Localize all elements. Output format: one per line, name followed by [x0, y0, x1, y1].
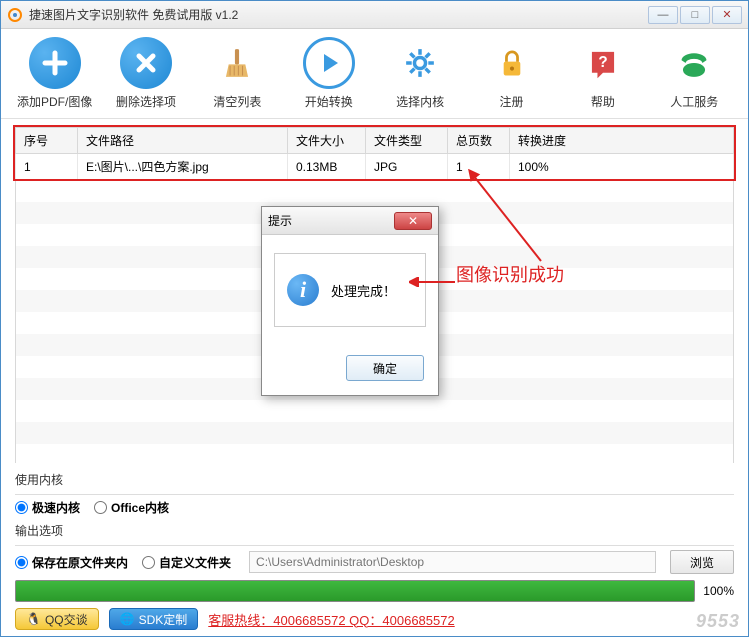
dialog-content: i 处理完成！	[274, 253, 426, 327]
close-button[interactable]: ✕	[712, 6, 742, 24]
output-path-input[interactable]	[249, 551, 656, 573]
sdk-button[interactable]: 🌐 SDK定制	[109, 608, 199, 630]
annotation-arrow-2	[409, 277, 457, 287]
annotation-text: 图像识别成功	[456, 261, 564, 287]
play-icon	[303, 37, 355, 89]
titlebar: 捷速图片文字识别软件 免费试用版 v1.2 — □ ✕	[1, 1, 748, 29]
add-pdf-button[interactable]: 添加PDF/图像	[13, 37, 96, 110]
col-path[interactable]: 文件路径	[78, 128, 288, 154]
dialog-message: 处理完成！	[331, 281, 396, 300]
qq-talk-button[interactable]: 🐧 QQ交谈	[15, 608, 99, 630]
message-dialog: 提示 ✕ i 处理完成！ 确定	[261, 206, 439, 396]
svg-text:?: ?	[598, 54, 607, 71]
plus-icon	[29, 37, 81, 89]
maximize-button[interactable]: □	[680, 6, 710, 24]
browse-button[interactable]: 浏览	[670, 550, 734, 574]
dialog-title: 提示	[268, 212, 394, 229]
broom-icon	[211, 37, 263, 89]
window-title: 捷速图片文字识别软件 免费试用版 v1.2	[29, 6, 648, 23]
progress-percent: 100%	[703, 584, 734, 598]
col-progress[interactable]: 转换进度	[510, 128, 734, 154]
annotation-arrow-1	[465, 169, 545, 265]
start-button[interactable]: 开始转换	[287, 37, 370, 110]
hotline-link[interactable]: 客服热线：4006685572 QQ：4006685572	[208, 610, 454, 629]
watermark: 9553	[696, 611, 740, 632]
register-button[interactable]: 注册	[470, 37, 553, 110]
bottom-panel: 使用内核 极速内核 Office内核 输出选项 保存在原文件夹内 自定义文	[1, 463, 748, 636]
globe-icon: 🌐	[120, 612, 135, 626]
help-icon: ?	[577, 37, 629, 89]
output-label: 输出选项	[15, 522, 63, 539]
clear-button[interactable]: 清空列表	[196, 37, 279, 110]
lock-icon	[486, 37, 538, 89]
col-pages[interactable]: 总页数	[448, 128, 510, 154]
x-icon	[120, 37, 172, 89]
file-table: 序号 文件路径 文件大小 文件类型 总页数 转换进度 1 E:\图片\...\四…	[15, 127, 734, 180]
table-row[interactable]: 1 E:\图片\...\四色方案.jpg 0.13MB JPG 1 100%	[16, 154, 734, 180]
progress-bar	[15, 580, 695, 602]
window-controls: — □ ✕	[648, 6, 742, 24]
toolbar: 添加PDF/图像 删除选择项 清空列表 开始转换 选择内核	[1, 29, 748, 119]
dialog-close-button[interactable]: ✕	[394, 212, 432, 230]
phone-icon	[668, 37, 720, 89]
dialog-titlebar: 提示 ✕	[262, 207, 438, 235]
dialog-ok-button[interactable]: 确定	[346, 355, 424, 381]
service-button[interactable]: 人工服务	[653, 37, 736, 110]
info-icon: i	[287, 274, 319, 306]
qq-icon: 🐧	[26, 612, 41, 626]
kernel-fast-radio[interactable]: 极速内核	[15, 499, 80, 516]
col-seq[interactable]: 序号	[16, 128, 78, 154]
app-icon	[7, 7, 23, 23]
col-type[interactable]: 文件类型	[366, 128, 448, 154]
kernel-button[interactable]: 选择内核	[379, 37, 462, 110]
gear-icon	[394, 37, 446, 89]
output-same-radio[interactable]: 保存在原文件夹内	[15, 554, 128, 571]
delete-button[interactable]: 删除选择项	[104, 37, 187, 110]
kernel-office-radio[interactable]: Office内核	[94, 499, 169, 516]
help-button[interactable]: ? 帮助	[561, 37, 644, 110]
col-size[interactable]: 文件大小	[288, 128, 366, 154]
output-custom-radio[interactable]: 自定义文件夹	[142, 554, 231, 571]
main-window: 捷速图片文字识别软件 免费试用版 v1.2 — □ ✕ 添加PDF/图像 删除选…	[0, 0, 749, 637]
minimize-button[interactable]: —	[648, 6, 678, 24]
kernel-label: 使用内核	[15, 471, 63, 488]
